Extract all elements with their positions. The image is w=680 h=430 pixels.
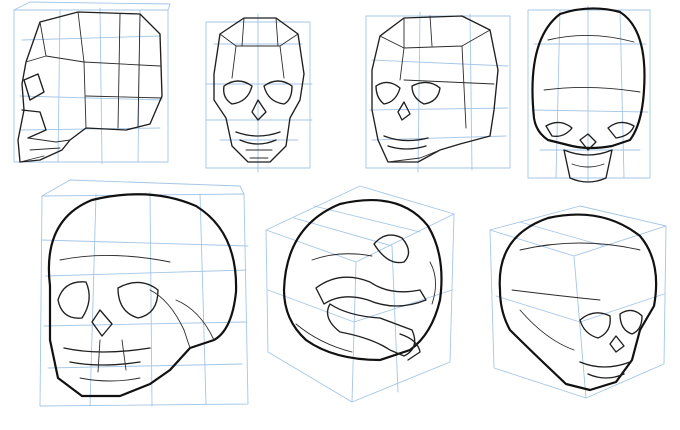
construction-guides: [39, 179, 249, 407]
skull-outline: [17, 11, 163, 163]
skull-study-three-quarter-large: [39, 179, 249, 407]
construction-guides: [365, 11, 511, 173]
skull-outline: [531, 7, 646, 183]
construction-guides: [205, 13, 313, 173]
skull-study-top-down: [527, 5, 651, 183]
skull-study-tilted: [265, 185, 455, 403]
skull-outline: [371, 15, 499, 163]
construction-guides: [265, 185, 455, 403]
skull-outline: [282, 198, 443, 362]
skull-study-three-quarter-low: [489, 205, 667, 399]
skull-study-side-profile: [13, 1, 171, 165]
skull-study-three-quarter: [365, 11, 511, 173]
skull-study-sheet: [13, 1, 667, 407]
skull-study-front: [205, 13, 313, 173]
